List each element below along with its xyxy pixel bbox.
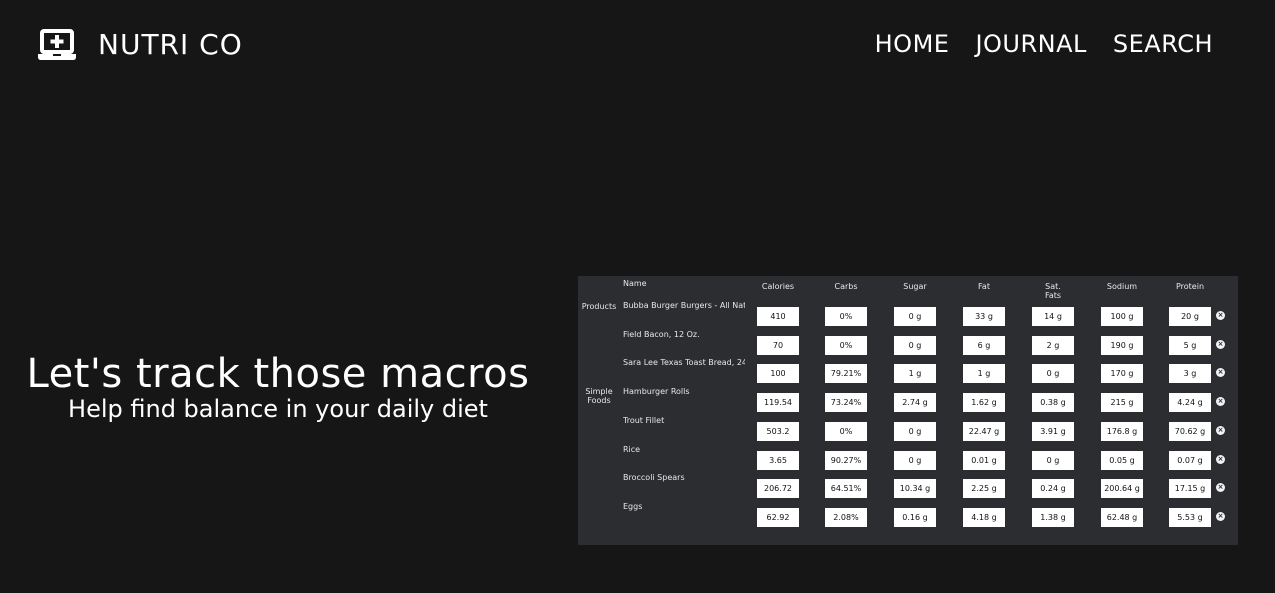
nutrient-value-field[interactable]: 0 g [894, 421, 936, 441]
nutrient-value-field[interactable]: 3 g [1169, 364, 1211, 384]
row-food-name: Sara Lee Texas Toast Bread, 24 [623, 358, 745, 368]
nutrient-value-field[interactable]: 1 g [963, 364, 1005, 384]
nutrient-value-field[interactable]: 1.38 g [1032, 507, 1074, 527]
nutrient-value-field[interactable]: 14 g [1032, 307, 1074, 326]
row-food-name: Trout Fillet [623, 415, 665, 425]
nutrient-value-field[interactable]: 0% [825, 421, 867, 441]
close-circle-icon[interactable]: × [1216, 454, 1225, 464]
row-food-name: Eggs [623, 501, 643, 511]
nutrient-value-field[interactable]: 100 g [1101, 307, 1143, 326]
nav-home[interactable]: HOME [875, 30, 950, 58]
nutrient-value-field[interactable]: 62.92 [757, 507, 799, 527]
nutrient-value-field[interactable]: 0 g [894, 335, 936, 355]
nutrient-value-field[interactable]: 5 g [1169, 335, 1211, 355]
nutrient-value-field[interactable]: 2 g [1032, 335, 1074, 355]
nutrient-value-field[interactable]: 0% [825, 307, 867, 326]
nutrient-value-field[interactable]: 22.47 g [963, 421, 1005, 441]
name-column-header: Name [623, 279, 647, 288]
column-header: Sodium [1106, 282, 1138, 291]
column-header: Carbs [834, 282, 858, 291]
close-circle-icon[interactable]: × [1216, 339, 1225, 349]
nutrient-value-field[interactable]: 0 g [894, 307, 936, 326]
group-label: Products [581, 302, 617, 311]
nutrient-value-field[interactable]: 176.8 g [1101, 421, 1143, 441]
nutrient-value-field[interactable]: 0.01 g [963, 450, 1005, 470]
nutrient-value-field[interactable]: 0.38 g [1032, 393, 1074, 413]
nutrient-value-field[interactable]: 33 g [963, 307, 1005, 326]
hero-subtitle: Help find balance in your daily diet [68, 395, 488, 423]
nutrient-value-field[interactable]: 70.62 g [1169, 421, 1211, 441]
nutrient-value-field[interactable]: 0.07 g [1169, 450, 1211, 470]
nutrient-value-field[interactable]: 0.24 g [1032, 479, 1074, 499]
nutrient-value-field[interactable]: 3.91 g [1032, 421, 1074, 441]
nutrient-value-field[interactable]: 200.64 g [1101, 479, 1143, 499]
nutrient-value-field[interactable]: 79.21% [825, 364, 867, 384]
row-food-name: Field Bacon, 12 Oz. [623, 329, 700, 339]
nutrient-value-field[interactable]: 10.34 g [894, 479, 936, 499]
row-food-name: Bubba Burger Burgers - All Nat [623, 301, 745, 310]
column-header: Sat. Fats [1044, 282, 1062, 300]
nutrient-value-field[interactable]: 73.24% [825, 393, 867, 413]
nutrient-value-field[interactable]: 215 g [1101, 393, 1143, 413]
nutrient-value-field[interactable]: 0.16 g [894, 507, 936, 527]
nutrition-table: Name Calories Carbs Sugar Fat Sat. Fats Sodium P… [578, 276, 1238, 545]
nutrient-value-field[interactable]: 17.15 g [1169, 479, 1211, 499]
row-food-name: Rice [623, 444, 641, 454]
main-nav: HOME JOURNAL SEARCH [875, 30, 1213, 58]
nutrient-value-field[interactable]: 190 g [1101, 335, 1143, 355]
nutrient-value-field[interactable]: 0 g [1032, 364, 1074, 384]
nutrient-value-field[interactable]: 70 [757, 335, 799, 355]
column-header: Protein [1175, 282, 1205, 291]
nutrient-value-field[interactable]: 0.05 g [1101, 450, 1143, 470]
nutrient-value-field[interactable]: 206.72 [757, 479, 799, 499]
column-header: Fat [978, 282, 990, 291]
nutrient-value-field[interactable]: 4.24 g [1169, 393, 1211, 413]
nutrient-value-field[interactable]: 4.18 g [963, 507, 1005, 527]
nutrient-value-field[interactable]: 62.48 g [1101, 507, 1143, 527]
nutrient-value-field[interactable]: 6 g [963, 335, 1005, 355]
column-header: Calories [761, 282, 795, 291]
hero: Let's track those macros Help find balan… [0, 350, 556, 424]
close-circle-icon[interactable]: × [1216, 483, 1225, 493]
nutrient-value-field[interactable]: 410 [757, 307, 799, 326]
nutrient-value-field[interactable]: 1 g [894, 364, 936, 384]
nutrient-value-field[interactable]: 0% [825, 335, 867, 355]
column-header: Sugar [903, 282, 927, 291]
nutrient-value-field[interactable]: 90.27% [825, 450, 867, 470]
nutrient-value-field[interactable]: 1.62 g [963, 393, 1005, 413]
close-circle-icon[interactable]: × [1216, 397, 1225, 407]
nutrient-value-field[interactable]: 5.53 g [1169, 507, 1211, 527]
close-circle-icon[interactable]: × [1216, 511, 1225, 521]
nutrient-value-field[interactable]: 64.51% [825, 479, 867, 499]
nutrient-value-field[interactable]: 170 g [1101, 364, 1143, 384]
row-food-name: Broccoli Spears [623, 473, 685, 483]
close-circle-icon[interactable]: × [1216, 311, 1225, 320]
brand-name: NUTRI CO [98, 28, 243, 61]
nutrient-value-field[interactable]: 0 g [894, 450, 936, 470]
nutrient-value-field[interactable]: 100 [757, 364, 799, 384]
close-circle-icon[interactable]: × [1216, 425, 1225, 435]
logo[interactable]: NUTRI CO [38, 28, 243, 61]
nutrient-value-field[interactable]: 20 g [1169, 307, 1211, 326]
nutrient-value-field[interactable]: 0 g [1032, 450, 1074, 470]
hero-title: Let's track those macros [26, 351, 530, 397]
row-food-name: Hamburger Rolls [623, 387, 690, 397]
nutrient-value-field[interactable]: 119.54 [757, 393, 799, 413]
nav-search[interactable]: SEARCH [1113, 30, 1213, 58]
nutrient-value-field[interactable]: 503.2 [757, 421, 799, 441]
nutrient-value-field[interactable]: 2.08% [825, 507, 867, 527]
laptop-medical-icon [38, 28, 76, 60]
nutrient-value-field[interactable]: 3.65 [757, 450, 799, 470]
group-label: Simple Foods [585, 387, 613, 406]
nutrient-value-field[interactable]: 2.25 g [963, 479, 1005, 499]
nav-journal[interactable]: JOURNAL [975, 30, 1086, 58]
close-circle-icon[interactable]: × [1216, 368, 1225, 378]
nutrient-value-field[interactable]: 2.74 g [894, 393, 936, 413]
